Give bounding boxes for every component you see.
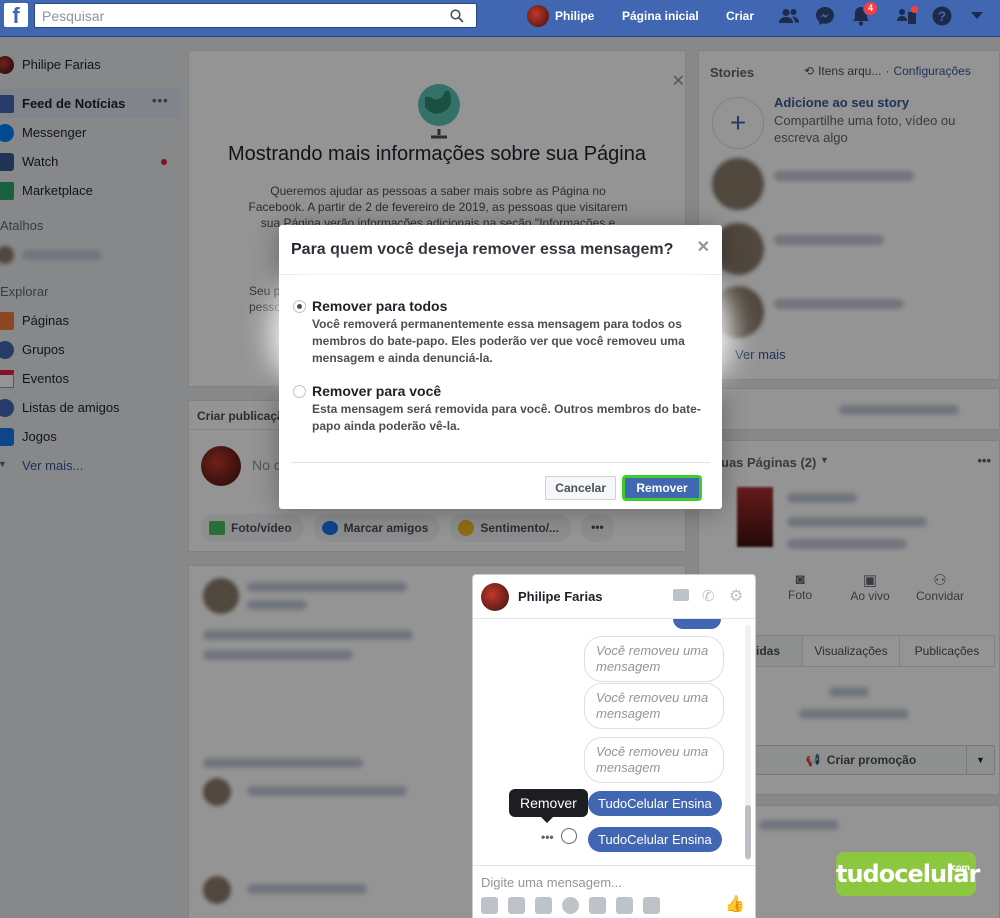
chat-window: Philipe Farias ✆ ⚙ Você removeu uma mens… <box>472 574 756 918</box>
camera-icon[interactable] <box>643 897 660 914</box>
search-icon <box>450 8 464 23</box>
dialog-title: Para quem você deseja remover essa mensa… <box>291 241 674 258</box>
option-description: Esta mensagem será removida para você. O… <box>312 402 701 433</box>
remove-tooltip: Remover <box>509 789 588 823</box>
profile-name: Philipe <box>555 9 595 23</box>
notifications-icon[interactable]: 4 <box>850 1 878 27</box>
sent-message[interactable]: TudoCelular Ensina <box>588 791 722 816</box>
scrollbar[interactable] <box>745 625 751 861</box>
help-icon[interactable]: ? <box>931 5 953 27</box>
video-call-icon[interactable] <box>673 589 689 601</box>
radio-remove-for-you[interactable] <box>293 385 306 398</box>
chat-header[interactable]: Philipe Farias ✆ ⚙ <box>473 575 755 619</box>
facebook-logo-icon[interactable]: f <box>4 3 28 28</box>
home-link[interactable]: Página inicial <box>622 0 699 32</box>
create-label: Criar <box>726 9 755 23</box>
watermark-suffix: .com <box>948 863 970 872</box>
search-box <box>34 3 477 28</box>
sent-message[interactable]: TudoCelular Ensina <box>588 827 722 852</box>
friend-requests-icon[interactable] <box>778 5 800 27</box>
removed-message[interactable]: Você removeu uma mensagem <box>584 683 724 729</box>
messenger-icon[interactable] <box>814 5 836 27</box>
dialog-footer: Cancelar Remover <box>291 462 710 509</box>
cancel-button[interactable]: Cancelar <box>545 476 616 500</box>
page-switcher-icon[interactable] <box>896 5 918 27</box>
attachment-icon[interactable] <box>616 897 633 914</box>
svg-text:?: ? <box>938 8 947 24</box>
gear-icon[interactable]: ⚙ <box>729 586 743 606</box>
option-description: Você removerá permanentemente essa mensa… <box>312 317 685 365</box>
like-icon[interactable]: 👍 <box>725 894 745 914</box>
option-title: Remover para todos <box>312 298 448 314</box>
game-icon[interactable] <box>589 897 606 914</box>
photo-icon[interactable] <box>481 897 498 914</box>
dialog-header: Para quem você deseja remover essa mensa… <box>279 225 722 275</box>
sticker-icon[interactable] <box>508 897 525 914</box>
scrollbar-thumb[interactable] <box>745 805 751 859</box>
emoji-icon[interactable] <box>561 828 577 844</box>
profile-link[interactable]: Philipe <box>527 0 594 32</box>
option-remove-for-everyone[interactable]: Remover para todos Você removerá permane… <box>293 298 711 367</box>
close-icon[interactable]: ✕ <box>697 237 710 257</box>
chat-contact-name: Philipe Farias <box>518 589 603 604</box>
emoji-icon[interactable] <box>562 897 579 914</box>
removed-message[interactable]: Você removeu uma mensagem <box>584 737 724 783</box>
option-title: Remover para você <box>312 383 442 399</box>
more-options-icon[interactable]: ••• <box>541 830 554 844</box>
remove-message-dialog: Para quem você deseja remover essa mensa… <box>279 225 722 509</box>
phone-icon[interactable]: ✆ <box>702 587 715 605</box>
top-bar: f Philipe Página inicial Criar 4 ? <box>0 0 1000 37</box>
create-link[interactable]: Criar <box>726 0 754 32</box>
avatar <box>481 582 509 611</box>
message-bubble-tail <box>673 619 721 629</box>
option-remove-for-you[interactable]: Remover para você Esta mensagem será rem… <box>293 383 711 435</box>
search-button[interactable] <box>438 4 476 27</box>
gif-icon[interactable] <box>535 897 552 914</box>
divider <box>473 865 755 866</box>
notifications-badge: 4 <box>862 1 878 16</box>
chat-tools <box>481 897 660 914</box>
message-input[interactable]: Digite uma mensagem... <box>481 875 622 890</box>
radio-remove-for-everyone[interactable] <box>293 300 306 313</box>
tudocelular-watermark: tudocelular .com <box>836 852 980 896</box>
page-switcher-badge <box>911 6 918 13</box>
home-label: Página inicial <box>622 9 699 23</box>
account-menu-icon[interactable] <box>966 5 988 27</box>
remove-button[interactable]: Remover <box>622 475 702 501</box>
search-input[interactable] <box>35 4 435 27</box>
removed-message[interactable]: Você removeu uma mensagem <box>584 636 724 682</box>
avatar <box>527 5 549 27</box>
